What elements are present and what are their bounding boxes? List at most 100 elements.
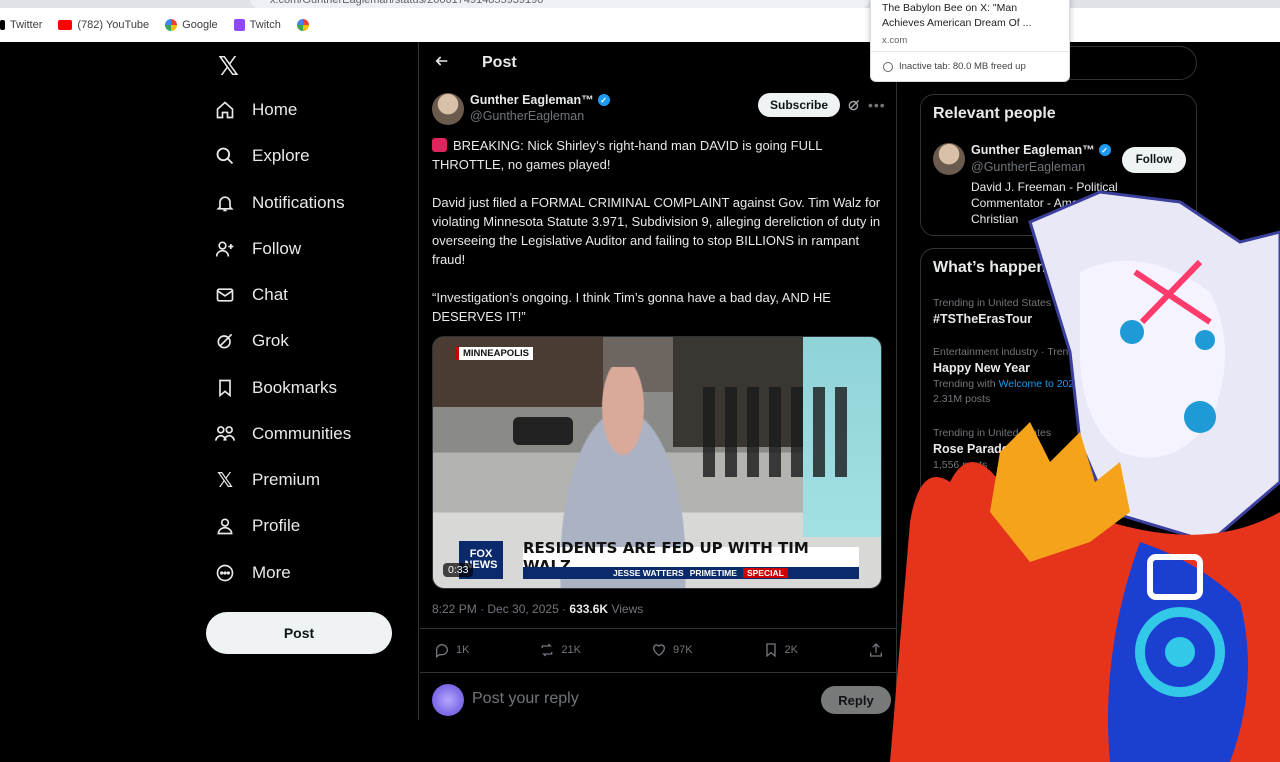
post-actions: 1K 21K 97K 2K [434, 642, 884, 658]
bookmark-icon [214, 377, 236, 399]
more-options-icon[interactable]: ••• [868, 97, 886, 113]
back-arrow-icon[interactable] [434, 53, 450, 74]
person-bio: David J. Freeman - Political Commentator… [971, 180, 1132, 226]
post-body: BREAKING: Nick Shirley’s right-hand man … [432, 136, 888, 345]
trend-count: 1,556 posts [933, 459, 988, 471]
mail-icon [214, 284, 236, 306]
twitter-favicon-icon [0, 20, 5, 30]
trend-with-link[interactable]: Welcome to 2026 [999, 378, 1081, 390]
bookmark-google[interactable]: Google [165, 8, 218, 42]
nav-follow[interactable]: Follow [214, 229, 301, 269]
nav-profile[interactable]: Profile [214, 506, 300, 546]
author-block[interactable]: Gunther Eagleman™ ✓ @GuntherEagleman [470, 93, 610, 123]
chyron-host: JESSE WATTERS [613, 568, 684, 578]
trend-item[interactable]: Sports · Trending #OrangeBowl [933, 492, 1014, 521]
person-name-row[interactable]: Gunther Eagleman™ ✓ [971, 143, 1111, 157]
x-logo-icon[interactable]: 𝕏 [218, 52, 239, 82]
bookmarks-bar: Twitter (782) YouTube Google Twitch [0, 8, 1280, 42]
nav-explore[interactable]: Explore [214, 136, 310, 176]
person-handle: @GuntherEagleman [971, 160, 1086, 174]
trend-item[interactable]: Entertainment industry · Trending Happy … [933, 346, 1088, 405]
hover-card-memory: Inactive tab: 80.0 MB freed up [871, 51, 1069, 81]
memory-text: Inactive tab: 80.0 MB freed up [899, 61, 1026, 72]
follow-button[interactable]: Follow [1122, 147, 1186, 173]
chyron-show: PRIMETIME [689, 568, 737, 578]
nav-home[interactable]: Home [214, 90, 297, 130]
reply-composer: Post your reply Reply [432, 684, 892, 718]
repost-icon [539, 642, 555, 658]
bookmark-label: Twitter [10, 19, 43, 31]
trend-item[interactable]: Trending in United States #TSTheErasTour [933, 297, 1051, 326]
repost-action[interactable]: 21K [539, 642, 581, 658]
reply-button[interactable]: Reply [821, 686, 891, 714]
google-favicon-icon [165, 19, 178, 31]
x-icon: 𝕏 [216, 468, 234, 492]
video-duration: 0:33 [443, 563, 474, 577]
memory-gauge-icon [883, 61, 893, 72]
news-chyron: FOX NEWS RESIDENTS ARE FED UP WITH TIM W… [453, 539, 859, 579]
address-bar[interactable]: x.com/GuntherEagleman/status/20061749148… [250, 0, 870, 8]
trend-with: Trending with Welcome to 2026 [933, 378, 1088, 390]
person-name: Gunther Eagleman™ [971, 143, 1095, 157]
trend-context: Sports · Trending [933, 492, 1014, 504]
trend-item[interactable]: Trending in United States Rose Parade 1,… [933, 427, 1051, 471]
author-handle: @GuntherEagleman [470, 109, 585, 123]
nav-label: Chat [252, 285, 288, 304]
column-divider [896, 42, 897, 720]
view-count: 633.6K [569, 602, 609, 616]
bookmark-count: 2K [784, 644, 798, 656]
home-icon [214, 99, 236, 121]
grok-explain-icon[interactable] [847, 98, 861, 112]
nav-label: Grok [252, 331, 289, 350]
my-avatar[interactable] [432, 684, 464, 716]
reply-input[interactable]: Post your reply [472, 690, 579, 708]
trend-context: Trending in United States [933, 427, 1052, 439]
post-video[interactable]: MINNEAPOLIS FOX NEWS RESIDENTS ARE FED U… [432, 336, 882, 589]
nav-label: Premium [252, 470, 321, 489]
trend-context: Entertainment industry · Trending [933, 346, 1089, 358]
share-action[interactable] [868, 642, 884, 658]
nav-notifications[interactable]: Notifications [214, 183, 345, 223]
person-avatar[interactable] [933, 143, 965, 175]
bookmark-label: Twitch [249, 19, 281, 31]
views-label: Views [608, 602, 644, 616]
like-count: 97K [672, 644, 693, 656]
nav-label: Notifications [252, 193, 345, 212]
trend-count: 2.31M posts [933, 393, 991, 405]
hover-card-host: x.com [882, 35, 908, 46]
chyron-tag: SPECIAL [742, 568, 788, 578]
post-detail-column: Post Gunther Eagleman™ ✓ @GuntherEagleman… [420, 42, 896, 720]
nav-premium[interactable]: 𝕏 Premium [214, 460, 320, 500]
like-action[interactable]: 97K [651, 642, 693, 658]
video-scene-crowd [703, 387, 853, 477]
author-avatar[interactable] [432, 93, 464, 125]
post-paragraph: BREAKING: Nick Shirley’s right-hand man … [432, 138, 822, 172]
panel-title: Relevant people [933, 105, 1056, 122]
bookmark-twitter[interactable]: Twitter [0, 8, 42, 42]
siren-emoji-icon [432, 138, 447, 152]
bookmark-action[interactable]: 2K [763, 642, 798, 658]
bookmark-youtube[interactable]: (782) YouTube [58, 8, 149, 42]
nav-more[interactable]: More [214, 553, 291, 593]
bookmark-twitch[interactable]: Twitch [233, 8, 281, 42]
nav-label: Explore [252, 146, 310, 165]
page-title: Post [482, 54, 517, 71]
person-icon [214, 515, 236, 537]
compose-post-button[interactable]: Post [206, 612, 392, 654]
nav-grok[interactable]: Grok [214, 321, 289, 361]
heart-icon [651, 642, 667, 658]
post-timestamp[interactable]: 8:22 PM · Dec 30, 2025 · [432, 602, 569, 616]
reply-action[interactable]: 1K [434, 642, 469, 658]
nav-chat[interactable]: Chat [214, 275, 288, 315]
trend-name: Happy New Year [933, 361, 1031, 375]
nav-communities[interactable]: Communities [214, 414, 351, 454]
subscribe-button[interactable]: Subscribe [758, 93, 840, 117]
bookmark-google-2[interactable] [296, 8, 309, 42]
x-app: 𝕏 Home Explore Notifications Follow Chat… [0, 42, 1280, 762]
show-more-link[interactable]: Show more [933, 547, 996, 561]
nav-label: Home [252, 100, 298, 119]
nav-bookmarks[interactable]: Bookmarks [214, 368, 337, 408]
post-paragraph: David just filed a FORMAL CRIMINAL COMPL… [432, 195, 881, 267]
verified-badge-icon: ✓ [597, 94, 610, 106]
add-person-icon [214, 238, 236, 260]
